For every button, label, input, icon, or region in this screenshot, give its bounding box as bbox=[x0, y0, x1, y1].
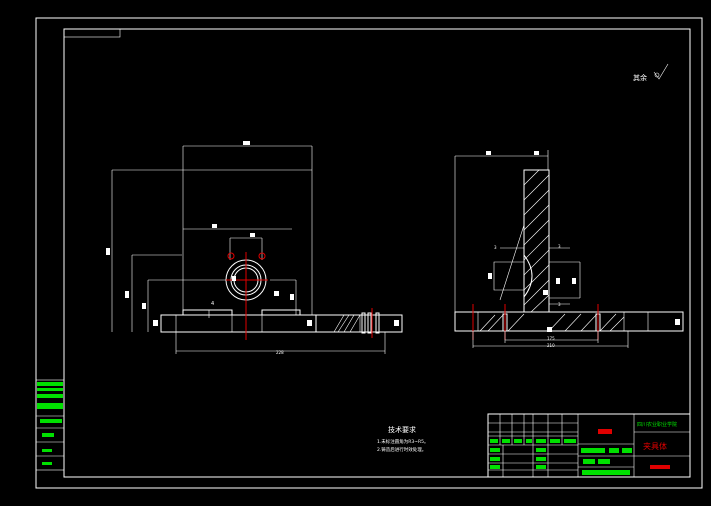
dim-mark bbox=[106, 248, 110, 255]
side-dim-c: 3 bbox=[558, 302, 561, 307]
dim-mark bbox=[250, 233, 255, 237]
side-bottom-dim2: 210 bbox=[547, 343, 555, 348]
notes-item-2: 2.铸造后进行时效处理。 bbox=[377, 446, 426, 453]
dim-mark bbox=[243, 141, 250, 145]
roughness-note: 其余 bbox=[633, 73, 647, 82]
corner-box bbox=[63, 28, 121, 38]
dim-mark bbox=[212, 224, 217, 228]
dim-bottom-label: 228 bbox=[276, 350, 284, 355]
technical-notes: 技术要求 1.未标注圆角为R3~R5。 2.铸造后进行时效处理。 bbox=[377, 425, 429, 453]
side-view: 3 3 3 175 210 bbox=[454, 150, 684, 348]
pin-hole bbox=[227, 252, 235, 260]
dim-small-label: 4 bbox=[211, 301, 214, 307]
side-dim-a: 3 bbox=[494, 245, 497, 250]
inner-border bbox=[63, 28, 691, 478]
notes-title: 技术要求 bbox=[388, 425, 416, 434]
front-view: 4 228 bbox=[106, 141, 403, 355]
dim-mark bbox=[290, 294, 294, 300]
dim-mark bbox=[125, 291, 129, 298]
title-block: 四川农业职业学院 夹具体 bbox=[487, 413, 691, 478]
flange-section bbox=[315, 314, 403, 333]
outer-border bbox=[35, 17, 703, 489]
front-base bbox=[160, 314, 317, 333]
left-side-strip bbox=[35, 379, 65, 471]
title-part-name: 夹具体 bbox=[643, 441, 667, 451]
roughness-symbol: 其余 bbox=[633, 63, 669, 82]
notes-item-1: 1.未标注圆角为R3~R5。 bbox=[377, 438, 429, 445]
side-bottom-dim1: 175 bbox=[547, 336, 555, 341]
cad-drawing: 其余 4 228 3 3 3 175 210 技术要求 1.未标注圆角为R3~R… bbox=[35, 17, 703, 489]
title-school: 四川农业职业学院 bbox=[637, 421, 677, 428]
dim-mark bbox=[142, 303, 146, 309]
